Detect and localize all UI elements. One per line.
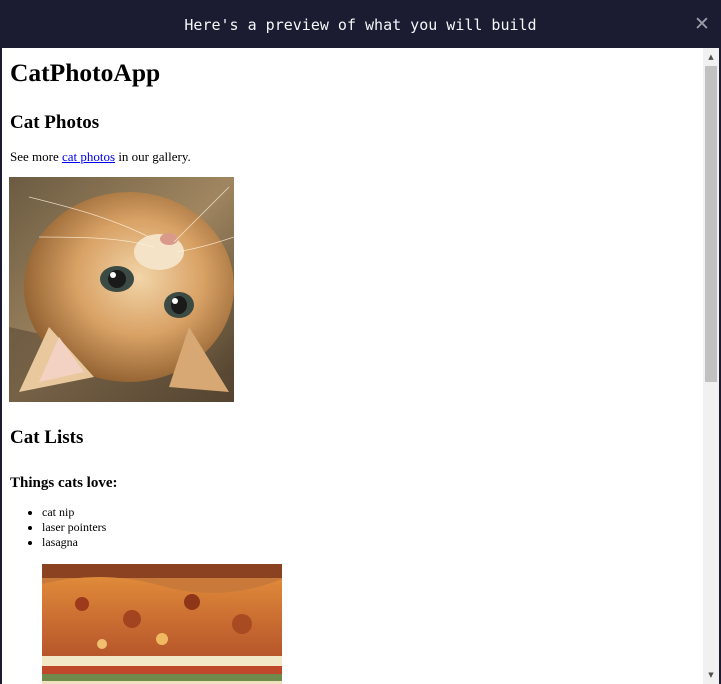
list-item: lasagna xyxy=(42,535,695,550)
list-item: cat nip xyxy=(42,505,695,520)
list-item: laser pointers xyxy=(42,520,695,535)
intro-text-before: See more xyxy=(10,149,62,164)
intro-text-after: in our gallery. xyxy=(115,149,191,164)
cat-photos-heading: Cat Photos xyxy=(10,112,100,133)
app-title: CatPhotoApp xyxy=(10,58,161,87)
cat-lists-heading: Cat Lists xyxy=(10,427,84,448)
vertical-scrollbar[interactable]: ▲ ▼ xyxy=(703,48,719,684)
modal-header: Here's a preview of what you will build … xyxy=(2,2,719,48)
preview-content: CatPhotoApp Cat Photos See more cat phot… xyxy=(2,58,703,684)
kitten-illustration xyxy=(9,177,234,402)
close-icon[interactable]: ✕ xyxy=(693,13,711,35)
gallery-paragraph: See more cat photos in our gallery. xyxy=(10,149,695,165)
scroll-thumb[interactable] xyxy=(705,66,717,382)
cat-love-list: cat nip laser pointers lasagna xyxy=(10,505,695,550)
preview-modal: Here's a preview of what you will build … xyxy=(2,2,719,684)
scroll-down-arrow-icon[interactable]: ▼ xyxy=(703,668,719,682)
lasagna-illustration xyxy=(42,564,282,684)
things-cats-love-heading: Things cats love: xyxy=(10,475,118,491)
cat-photos-link[interactable]: cat photos xyxy=(62,149,115,164)
lasagna-image xyxy=(42,564,282,684)
relaxing-cat-image xyxy=(9,177,234,402)
scroll-up-arrow-icon[interactable]: ▲ xyxy=(703,50,719,64)
modal-title: Here's a preview of what you will build xyxy=(184,16,537,34)
preview-frame[interactable]: CatPhotoApp Cat Photos See more cat phot… xyxy=(2,48,703,684)
